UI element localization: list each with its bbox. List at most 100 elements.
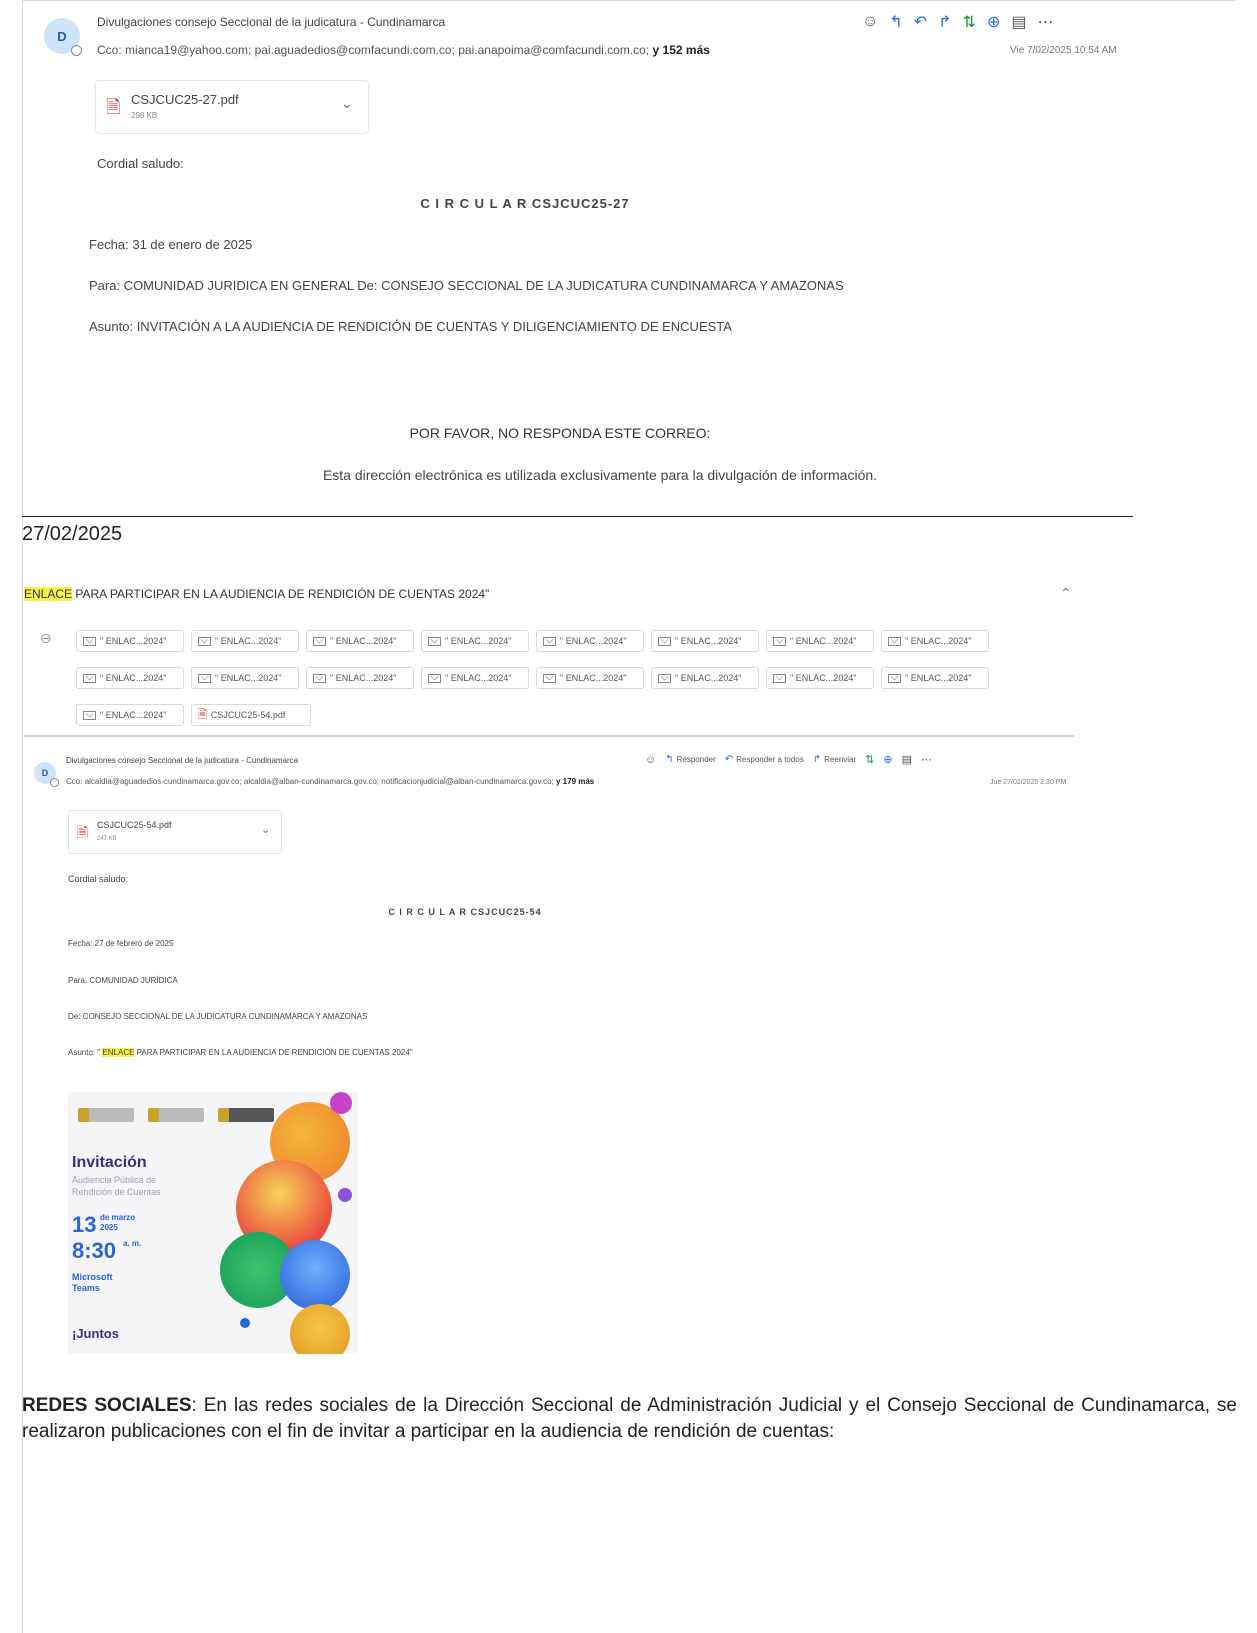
attached-email-chip[interactable]: " ENLAC...2024" <box>651 667 759 689</box>
attached-email-label: " ENLAC...2024" <box>215 673 282 683</box>
attached-email-label: " ENLAC...2024" <box>100 673 167 683</box>
attached-email-label: " ENLAC...2024" <box>215 636 282 646</box>
envelope-icon <box>83 636 96 646</box>
poster-platform-2: Teams <box>72 1283 100 1293</box>
attached-email-chip[interactable]: " ENLAC...2024" <box>191 630 299 652</box>
accent-dot-2 <box>338 1188 352 1202</box>
reply-all-icon[interactable]: ↶ <box>914 12 927 32</box>
redes-sociales-paragraph: REDES SOCIALES: En las redes sociales de… <box>22 1393 1237 1445</box>
more-options-icon[interactable]: ⋯ <box>921 753 932 766</box>
emoji-react-icon[interactable]: ☺ <box>645 754 656 766</box>
poster-year: 2025 <box>100 1223 118 1232</box>
cc-more-link[interactable]: y 179 más <box>556 777 594 786</box>
poster-platform-1: Microsoft <box>72 1272 113 1282</box>
envelope-icon <box>198 636 211 646</box>
attached-email-chip[interactable]: " ENLAC...2024" <box>191 667 299 689</box>
forward-button[interactable]: ↱ Reenviar <box>813 754 856 765</box>
collapse-chevron-icon[interactable]: ⌃ <box>1060 585 1072 602</box>
reply-icon: ↰ <box>665 754 674 765</box>
attached-email-label: " ENLAC...2024" <box>675 673 742 683</box>
translate-icon[interactable]: ⊕ <box>883 753 892 766</box>
email-1-toolbar: ☺ ↰ ↶ ↱ ⇅ ⊕ ▤ ⋯ <box>862 12 1054 32</box>
attached-email-chip[interactable]: " ENLAC...2024" <box>76 704 184 726</box>
attached-email-chip[interactable]: " ENLAC...2024" <box>76 667 184 689</box>
envelope-icon <box>658 673 671 683</box>
attached-email-chip[interactable]: " ENLAC...2024" <box>536 630 644 652</box>
pdf-icon: 🗎 <box>106 97 121 117</box>
teams-share-icon[interactable]: ⇅ <box>865 753 874 766</box>
forward-label: Reenviar <box>824 755 857 764</box>
envelope-icon <box>428 673 441 683</box>
attached-email-chip[interactable]: " ENLAC...2024" <box>881 667 989 689</box>
attached-email-chip[interactable]: " ENLAC...2024" <box>766 630 874 652</box>
attached-email-chip[interactable]: " ENLAC...2024" <box>766 667 874 689</box>
attached-email-chip[interactable]: " ENLAC...2024" <box>881 630 989 652</box>
asunto-text: PARA PARTICIPAR EN LA AUDIENCIA DE RENDI… <box>134 1048 413 1057</box>
cc-line: Cco: alcaldia@aguadedios-cundinamarca.go… <box>66 777 594 786</box>
thread-divider <box>24 735 1074 737</box>
attached-email-chip[interactable]: " ENLAC...2024" <box>651 630 759 652</box>
envelope-icon <box>543 673 556 683</box>
cc-recipients[interactable]: alcaldia@aguadedios-cundinamarca.gov.co;… <box>85 777 554 786</box>
attachment-size: 298 KB <box>131 111 158 120</box>
pdf-attachment-chip[interactable]: 🗎 CSJCUC25-54.pdf <box>191 704 311 726</box>
envelope-icon <box>313 673 326 683</box>
attached-email-chip[interactable]: " ENLAC...2024" <box>306 667 414 689</box>
email-2-date: Jue 27/02/2025 2:30 PM <box>990 779 1067 786</box>
invitation-poster: Invitación Audiencia Pública de Rendició… <box>68 1092 358 1354</box>
thread-subject: ENLACE PARA PARTICIPAR EN LA AUDIENCIA D… <box>24 587 489 601</box>
poster-slogan: ¡Juntos <box>72 1326 119 1341</box>
chevron-down-icon[interactable]: ⌄ <box>341 95 353 112</box>
reply-all-button[interactable]: ↶ Responder a todos <box>725 754 804 765</box>
page-border-top <box>22 0 1235 1</box>
poster-day: 13 <box>72 1212 97 1237</box>
attachment-card[interactable]: 🗎 CSJCUC25-27.pdf 298 KB ⌄ <box>95 80 369 134</box>
attached-email-chip[interactable]: " ENLAC...2024" <box>306 630 414 652</box>
presence-icon <box>50 778 59 787</box>
cc-line: Cco: mianca19@yahoo.com; pai.aguadedios@… <box>97 43 710 57</box>
sender-name[interactable]: Divulgaciones consejo Seccional de la ju… <box>66 756 298 765</box>
attached-email-chip[interactable]: " ENLAC...2024" <box>76 630 184 652</box>
para-line: Para: COMUNIDAD JURÍDICA <box>68 976 178 985</box>
de-line: De: CONSEJO SECCIONAL DE LA JUDICATURA C… <box>68 1012 368 1021</box>
redes-text: : En las redes sociales de la Dirección … <box>22 1395 1237 1442</box>
attached-email-label: " ENLAC...2024" <box>330 636 397 646</box>
pdf-icon: 🗎 <box>77 824 89 840</box>
envelope-icon <box>773 673 786 683</box>
poster-subtitle-1: Audiencia Pública de <box>72 1175 157 1185</box>
immersive-reader-icon[interactable]: ▤ <box>1011 12 1026 32</box>
attached-email-label: " ENLAC...2024" <box>100 636 167 646</box>
attached-email-label: " ENLAC...2024" <box>790 636 857 646</box>
attachment-card[interactable]: 🗎 CSJCUC25-54.pdf 247 KB ⌄ <box>68 810 282 854</box>
attached-email-label: " ENLAC...2024" <box>905 636 972 646</box>
attachment-size: 247 KB <box>97 836 117 842</box>
attached-email-chip[interactable]: " ENLAC...2024" <box>421 630 529 652</box>
immersive-reader-icon[interactable]: ▤ <box>902 753 912 766</box>
emoji-react-icon[interactable]: ☺ <box>862 13 878 31</box>
accent-dot-1 <box>330 1092 352 1114</box>
forward-icon[interactable]: ↱ <box>938 12 951 32</box>
redes-label: REDES SOCIALES <box>22 1395 192 1416</box>
attached-email-label: " ENLAC...2024" <box>445 673 512 683</box>
chevron-down-icon[interactable]: ⌄ <box>261 823 270 836</box>
envelope-icon <box>888 636 901 646</box>
circular-title: C I R C U L A R CSJCUC25-54 <box>388 907 542 917</box>
attached-email-label: " ENLAC...2024" <box>560 673 627 683</box>
attached-email-chip[interactable]: " ENLAC...2024" <box>421 667 529 689</box>
poster-time: 8:30 <box>72 1238 117 1263</box>
reply-icon[interactable]: ↰ <box>889 12 902 32</box>
teams-share-icon[interactable]: ⇅ <box>963 12 976 32</box>
envelope-icon <box>658 636 671 646</box>
cc-more-link[interactable]: y 152 más <box>653 43 710 57</box>
sender-name[interactable]: Divulgaciones consejo Seccional de la ju… <box>97 15 445 29</box>
translate-icon[interactable]: ⊕ <box>987 12 1000 32</box>
poster-ampm: a. m. <box>123 1239 142 1248</box>
envelope-icon <box>198 673 211 683</box>
reply-button[interactable]: ↰ Responder <box>665 754 716 765</box>
attached-email-chip[interactable]: " ENLAC...2024" <box>536 667 644 689</box>
more-options-icon[interactable]: ⋯ <box>1038 12 1054 32</box>
cc-recipients[interactable]: mianca19@yahoo.com; pai.aguadedios@comfa… <box>125 43 649 57</box>
doc-date: 27/02/2025 <box>22 523 123 545</box>
disclaimer: Esta dirección electrónica es utilizada … <box>322 467 878 483</box>
logo-2 <box>148 1108 204 1122</box>
